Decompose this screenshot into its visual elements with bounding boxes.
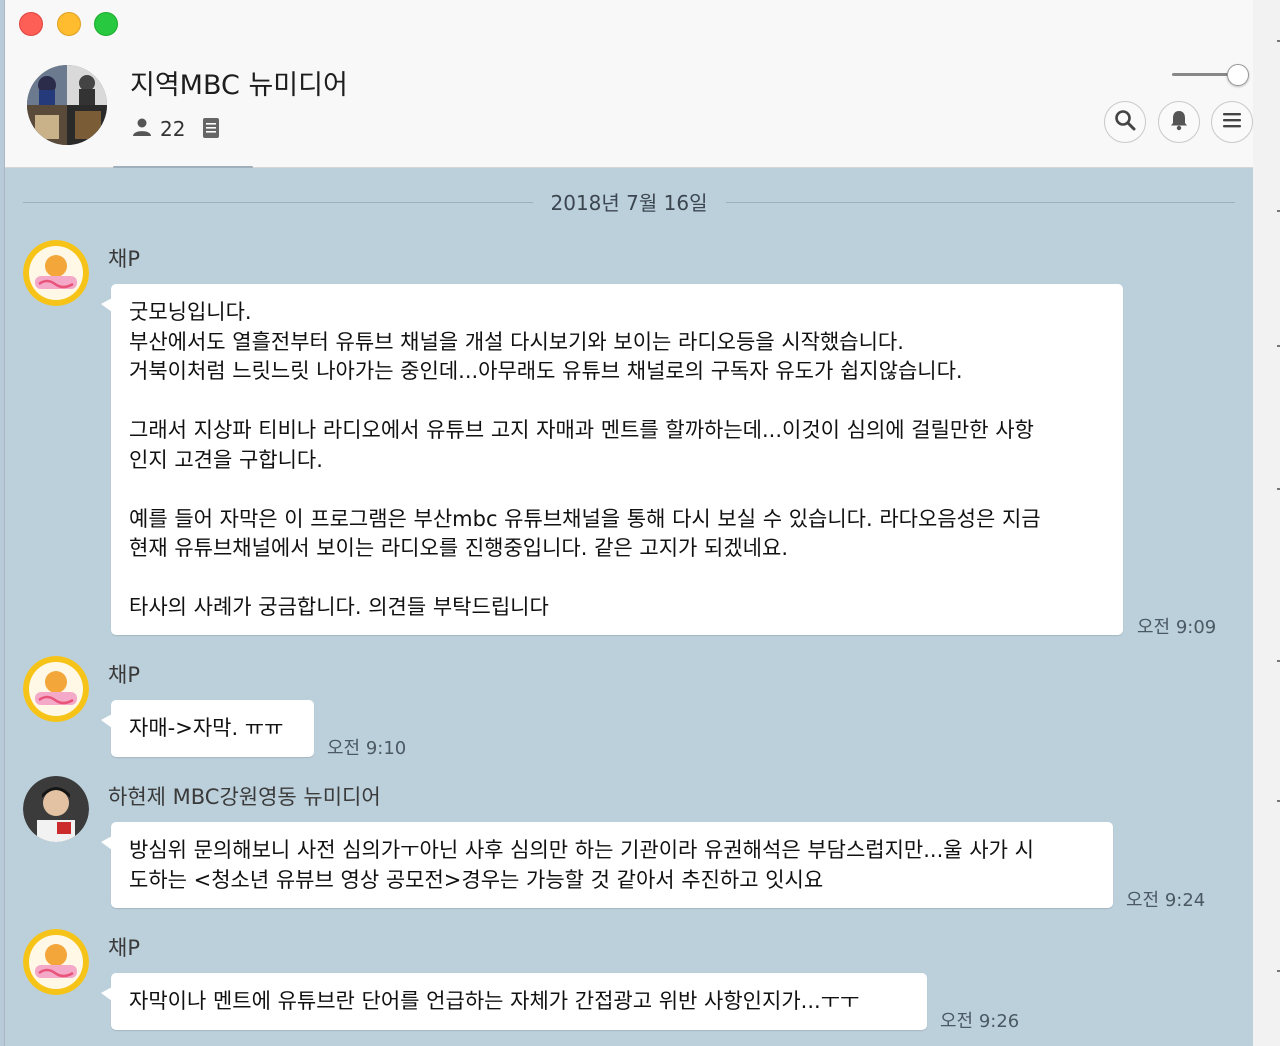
minimize-window-button[interactable] (57, 12, 81, 36)
sender-avatar[interactable] (23, 240, 89, 306)
message-bubble[interactable]: 방심위 문의해보니 사전 심의가ㅜ아닌 사후 심의만 하는 기관이라 유권해석은… (101, 822, 1113, 908)
message-text: 자매->자막. ㅠㅠ (129, 716, 284, 740)
maximize-window-button[interactable] (94, 12, 118, 36)
message-text: 방심위 문의해보니 사전 심의가ㅜ아닌 사후 심의만 하는 기관이라 유권해석은… (129, 838, 1034, 892)
message-text: 굿모닝입니다. 부산에서도 열흘전부터 유튜브 채널을 개설 다시보기와 보이는… (129, 300, 1041, 619)
date-divider: 2018년 7월 16일 (23, 185, 1235, 215)
date-divider-label: 2018년 7월 16일 (23, 187, 1235, 216)
bell-icon (1169, 109, 1189, 135)
message-time: 오전 9:26 (940, 1011, 1020, 1032)
sender-avatar[interactable] (23, 776, 89, 842)
sender-avatar[interactable] (23, 656, 89, 722)
chat-window: 지역MBC 뉴미디어 22 2018년 7월 16일 채P 굿모닝입니다. 부산… (4, 0, 1254, 1046)
sender-name: 하현제 MBC강원영동 뉴미디어 (108, 785, 381, 809)
slider-knob[interactable] (1227, 64, 1249, 86)
notes-icon[interactable] (202, 117, 220, 143)
search-button[interactable] (1104, 101, 1146, 143)
sender-avatar[interactable] (23, 929, 89, 995)
message-bubble[interactable]: 자막이나 멘트에 유튜브란 단어를 언급하는 자체가 간접광고 위반 사항인지가… (101, 973, 927, 1030)
sender-name: 채P (108, 936, 140, 960)
menu-button[interactable] (1211, 101, 1253, 143)
close-window-button[interactable] (19, 12, 43, 36)
sender-name: 채P (108, 663, 140, 687)
member-count[interactable]: 22 (132, 117, 185, 141)
message-bubble[interactable]: 굿모닝입니다. 부산에서도 열흘전부터 유튜브 채널을 개설 다시보기와 보이는… (101, 284, 1123, 635)
message-time: 오전 9:09 (1137, 617, 1217, 638)
sender-name: 채P (108, 247, 140, 271)
opacity-slider[interactable] (1172, 63, 1250, 87)
person-icon (132, 117, 152, 141)
message-bubble[interactable]: 자매->자막. ㅠㅠ (101, 700, 314, 757)
slider-track (1172, 73, 1232, 76)
room-title: 지역MBC 뉴미디어 (130, 70, 348, 101)
search-icon (1114, 109, 1136, 135)
room-avatar[interactable] (27, 65, 107, 145)
chat-header: 지역MBC 뉴미디어 22 (5, 0, 1253, 168)
member-count-label: 22 (160, 117, 186, 141)
message-time: 오전 9:10 (327, 738, 407, 759)
previous-message-edge (113, 166, 253, 168)
notification-button[interactable] (1158, 101, 1200, 143)
menu-icon (1222, 111, 1242, 133)
background-window-edge (1253, 0, 1280, 1046)
message-time: 오전 9:24 (1126, 890, 1206, 911)
message-text: 자막이나 멘트에 유튜브란 단어를 언급하는 자체가 간접광고 위반 사항인지가… (129, 989, 860, 1013)
